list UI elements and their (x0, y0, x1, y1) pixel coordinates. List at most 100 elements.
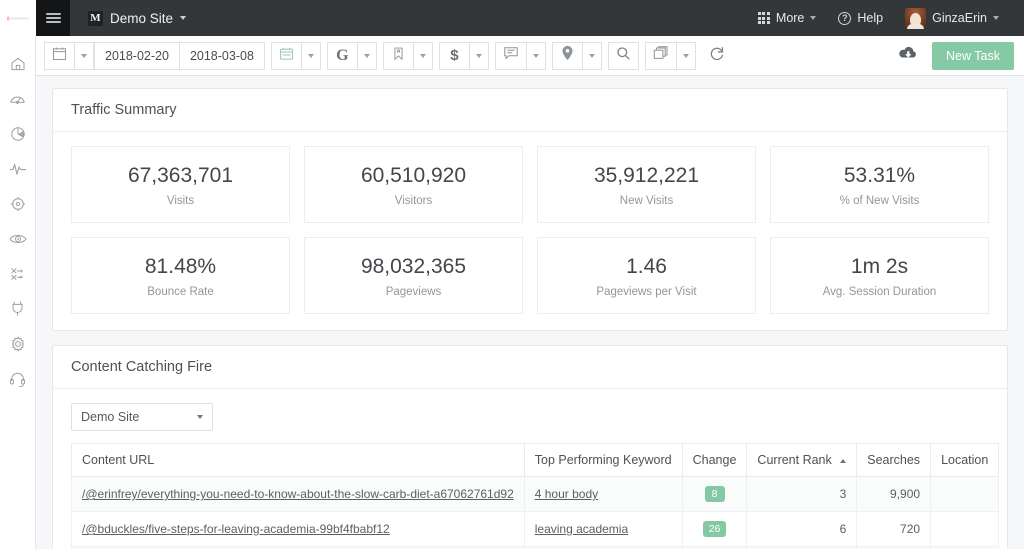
sidebar-item-goals[interactable] (0, 186, 36, 221)
date-start-input[interactable]: 2018-02-20 (94, 42, 180, 70)
pulse-icon (9, 161, 27, 177)
cell-current-rank: 3 (747, 477, 857, 512)
column-header-content-url[interactable]: Content URL (72, 444, 525, 477)
sidebar-item-home[interactable] (0, 46, 36, 81)
location-button[interactable] (552, 42, 582, 70)
stat-card-pageviews: 98,032,365 Pageviews (304, 237, 523, 314)
refresh-button[interactable] (702, 42, 732, 70)
site-name: Demo Site (110, 11, 173, 26)
segment-dropdown-button[interactable] (413, 42, 433, 70)
sidebar-item-support[interactable] (0, 361, 36, 396)
change-badge: 8 (705, 486, 725, 502)
change-badge: 26 (703, 521, 727, 537)
gear-icon (10, 336, 26, 352)
hamburger-menu-button[interactable] (36, 0, 70, 36)
sidebar-item-activity[interactable] (0, 151, 36, 186)
hamburger-icon (46, 11, 61, 25)
keyword-link[interactable]: 4 hour body (535, 487, 598, 501)
home-icon (10, 56, 26, 72)
annotations-button[interactable] (495, 42, 526, 70)
chevron-down-icon (197, 415, 203, 419)
cell-location (931, 512, 999, 547)
table-header-row: Content URL Top Performing Keyword Chang… (72, 444, 999, 477)
layers-button[interactable] (645, 42, 676, 70)
chevron-down-icon (533, 54, 539, 58)
eye-icon (9, 232, 27, 246)
location-dropdown-button[interactable] (582, 42, 602, 70)
column-header-location[interactable]: Location (931, 444, 999, 477)
sidebar-item-settings[interactable] (0, 326, 36, 361)
user-name: GinzaErin (932, 11, 987, 25)
layers-dropdown-button[interactable] (676, 42, 696, 70)
column-header-current-rank-label: Current Rank (757, 453, 831, 467)
table-row: /@erinfrey/everything-you-need-to-know-a… (72, 477, 999, 512)
calendar-icon (52, 46, 67, 66)
cell-searches: 9,900 (857, 477, 931, 512)
cell-keyword: 4 hour body (524, 477, 682, 512)
app-logo[interactable] (0, 0, 36, 36)
compare-button[interactable] (271, 42, 301, 70)
chevron-down-icon (308, 54, 314, 58)
google-dropdown-button[interactable] (357, 42, 377, 70)
compare-dropdown-button[interactable] (301, 42, 321, 70)
avatar (905, 8, 926, 29)
sidebar-item-visitors[interactable] (0, 221, 36, 256)
column-header-current-rank[interactable]: Current Rank (747, 444, 857, 477)
content-url-link[interactable]: /@erinfrey/everything-you-need-to-know-a… (82, 487, 514, 501)
speedometer-icon (9, 91, 26, 107)
calendar-compare-icon (279, 46, 294, 66)
stat-value: 98,032,365 (313, 255, 514, 279)
content-url-link[interactable]: /@bduckles/five-steps-for-leaving-academ… (82, 522, 390, 536)
chevron-down-icon (420, 54, 426, 58)
new-task-button[interactable]: New Task (932, 42, 1014, 70)
search-button[interactable] (608, 42, 639, 70)
top-bar-right: More ? Help GinzaErin (747, 0, 1024, 36)
cell-change: 8 (682, 477, 747, 512)
stat-value: 1.46 (546, 255, 747, 279)
content-catching-fire-panel: Content Catching Fire Demo Site Content … (52, 345, 1008, 549)
more-menu[interactable]: More (747, 0, 827, 36)
site-filter-value: Demo Site (81, 410, 139, 424)
cell-location (931, 477, 999, 512)
stat-value: 35,912,221 (546, 164, 747, 188)
site-filter-select[interactable]: Demo Site (71, 403, 213, 431)
content-catching-fire-body: Demo Site Content URL Top Performing Key… (53, 389, 1007, 549)
site-selector[interactable]: M Demo Site (70, 0, 198, 36)
chevron-down-icon (993, 16, 999, 20)
annotations-dropdown-button[interactable] (526, 42, 546, 70)
sidebar-item-reports[interactable] (0, 116, 36, 151)
revenue-button[interactable]: $ (439, 42, 469, 70)
sort-ascending-icon (840, 459, 846, 463)
headset-icon (9, 371, 26, 387)
sidebar-item-integrations[interactable] (0, 291, 36, 326)
column-header-searches[interactable]: Searches (857, 444, 931, 477)
google-g-icon: G (336, 48, 348, 64)
target-icon (10, 196, 26, 212)
table-header: Content URL Top Performing Keyword Chang… (72, 444, 999, 477)
sidebar-item-dashboard[interactable] (0, 81, 36, 116)
sidebar-item-funnels[interactable] (0, 256, 36, 291)
calendar-button[interactable] (44, 42, 74, 70)
help-menu[interactable]: ? Help (827, 0, 894, 36)
refresh-icon (709, 45, 725, 66)
cell-current-rank: 6 (747, 512, 857, 547)
user-menu[interactable]: GinzaErin (894, 0, 1010, 36)
stat-card-bounce-rate: 81.48% Bounce Rate (71, 237, 290, 314)
column-header-change[interactable]: Change (682, 444, 747, 477)
keyword-link[interactable]: leaving academia (535, 522, 628, 536)
cloud-download-button[interactable] (898, 45, 918, 66)
app-logo-mark (7, 16, 29, 20)
sidebar (0, 36, 36, 549)
revenue-dropdown-button[interactable] (469, 42, 489, 70)
cell-keyword: leaving academia (524, 512, 682, 547)
google-button[interactable]: G (327, 42, 357, 70)
plug-icon (11, 300, 25, 317)
stat-label: New Visits (546, 195, 747, 207)
chevron-down-icon (81, 54, 87, 58)
stat-card-pct-new-visits: 53.31% % of New Visits (770, 146, 989, 223)
column-header-top-keyword[interactable]: Top Performing Keyword (524, 444, 682, 477)
traffic-summary-title: Traffic Summary (53, 89, 1007, 132)
segment-button[interactable] (383, 42, 413, 70)
calendar-dropdown-button[interactable] (74, 42, 94, 70)
date-end-input[interactable]: 2018-03-08 (180, 42, 265, 70)
